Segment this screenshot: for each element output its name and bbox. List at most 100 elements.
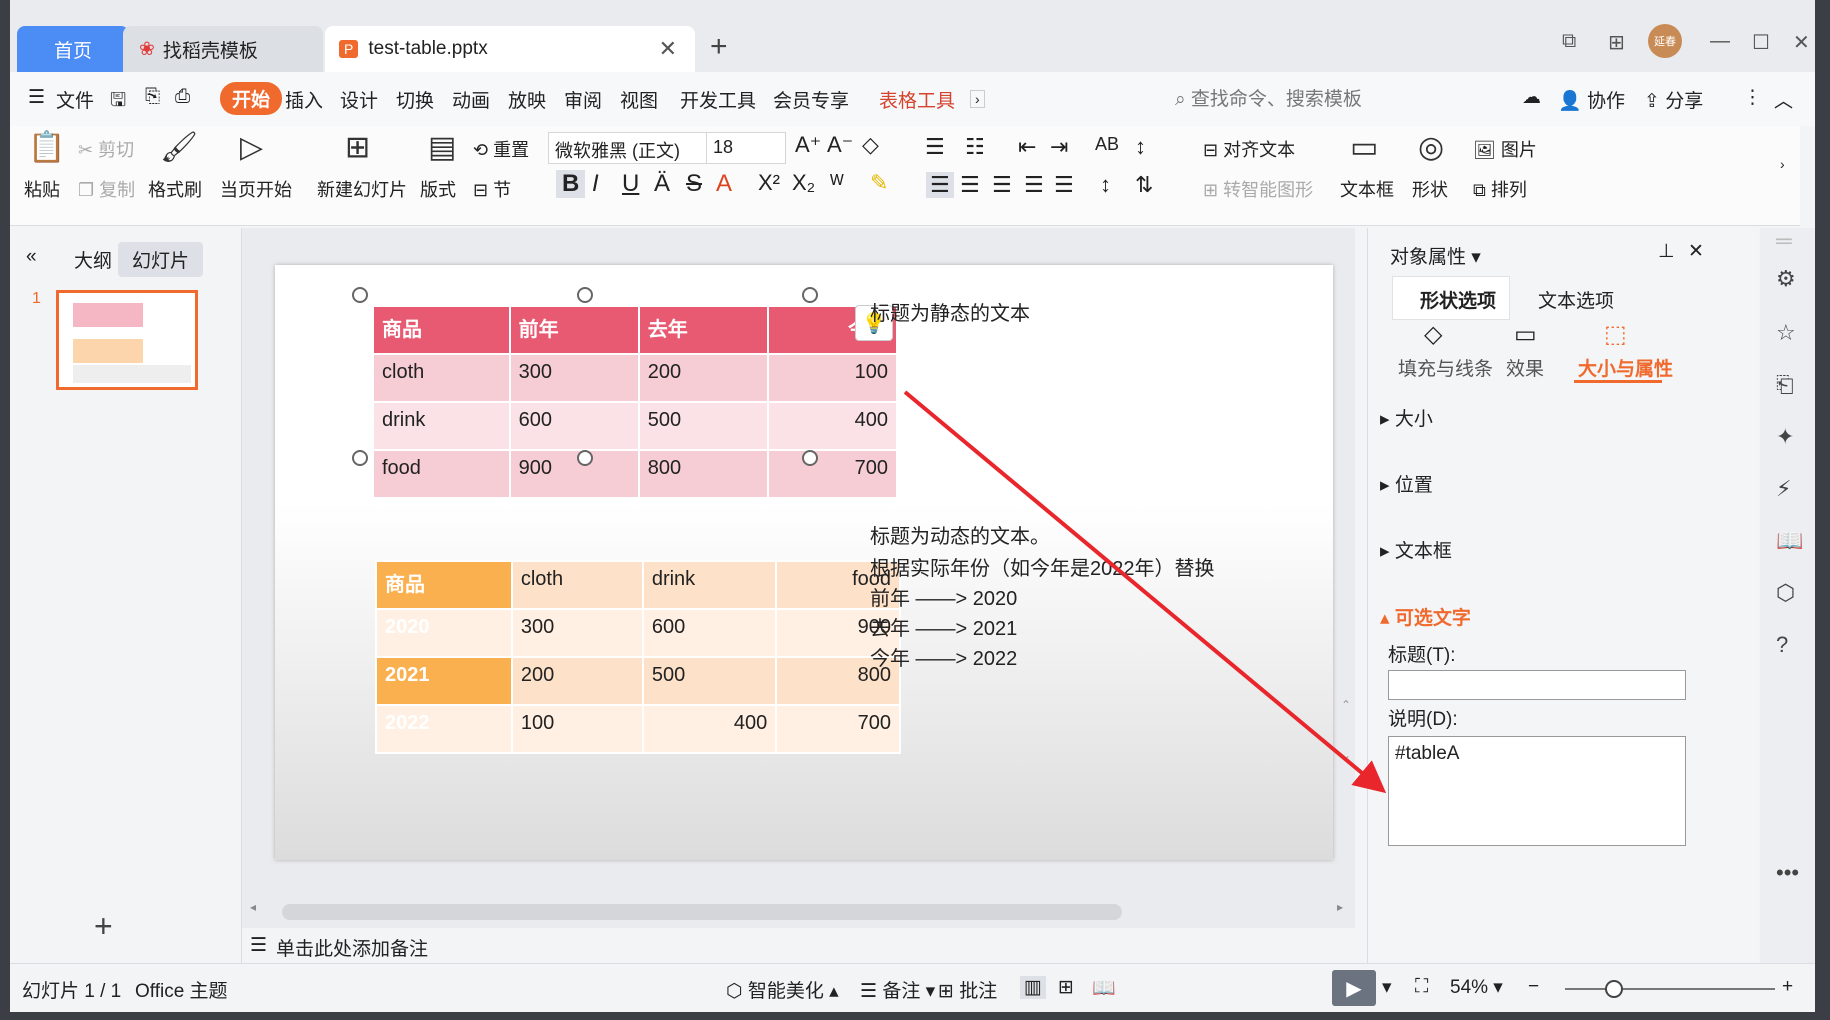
zoom-in-icon[interactable]: + <box>1782 976 1793 998</box>
pin-icon[interactable]: ⊥ <box>1658 240 1675 263</box>
tab-outline[interactable]: 大纲 <box>60 242 126 277</box>
table-a-h1[interactable]: 前年 <box>508 305 640 355</box>
font-color-icon[interactable]: A <box>716 170 732 198</box>
collapse-panel-icon[interactable]: « <box>12 242 51 272</box>
close-tab-icon[interactable]: ✕ <box>659 36 677 62</box>
menu-dev[interactable]: 开发工具 <box>680 86 756 113</box>
paste-button[interactable]: 粘贴 <box>24 176 60 202</box>
bullets-icon[interactable]: ☰ <box>925 134 945 160</box>
convert-smart-button[interactable]: ⊞ 转智能图形 <box>1203 176 1313 202</box>
strikethrough-icon[interactable]: Ä <box>654 170 670 198</box>
font-shrink-icon[interactable]: A⁻ <box>827 132 853 158</box>
menu-review[interactable]: 审阅 <box>564 86 602 113</box>
menu-file[interactable]: 文件 <box>56 86 94 113</box>
align-right-icon[interactable]: ☰ <box>992 172 1012 198</box>
panel-title[interactable]: 对象属性 ▾ <box>1390 242 1481 269</box>
table-cell[interactable]: 300 <box>508 353 640 403</box>
split-view-icon[interactable]: ⧉ <box>1562 30 1576 53</box>
add-slide-icon[interactable]: + <box>94 908 113 945</box>
section-textbox[interactable]: ▸ 文本框 <box>1380 536 1452 563</box>
layout-button[interactable]: 版式 <box>420 176 456 202</box>
sorter-view-icon[interactable]: ⊞ <box>1058 976 1074 999</box>
table-cell[interactable]: 900 <box>508 449 640 499</box>
alt-description-field[interactable]: #tableA <box>1388 736 1686 846</box>
table-cell[interactable]: drink <box>372 401 511 451</box>
table-b-h2[interactable]: drink <box>641 560 778 610</box>
paste-icon[interactable]: 📋 <box>28 130 65 165</box>
bold-icon[interactable]: B <box>556 170 586 198</box>
table-cell[interactable]: cloth <box>372 353 511 403</box>
menu-design[interactable]: 设计 <box>340 86 378 113</box>
fill-line-icon[interactable]: ◇ <box>1424 320 1442 349</box>
para-spacing-icon[interactable]: ↕ <box>1100 172 1111 198</box>
text-direction-icon[interactable]: AB <box>1095 134 1119 155</box>
font-grow-icon[interactable]: A⁺ <box>795 132 821 158</box>
export-pdf-icon[interactable]: ⎘ <box>145 86 160 108</box>
cloud-sync-icon[interactable]: ☁ <box>1522 86 1541 109</box>
zoom-out-icon[interactable]: − <box>1528 976 1539 998</box>
align-text-button[interactable]: ⊟ 对齐文本 <box>1203 136 1295 162</box>
close-panel-icon[interactable]: ✕ <box>1688 240 1704 263</box>
format-painter-icon[interactable]: 🖌 <box>160 130 198 165</box>
textbox-button[interactable]: 文本框 <box>1340 176 1394 202</box>
resize-handle-br[interactable] <box>802 450 818 466</box>
table-cell[interactable]: 200 <box>510 656 644 706</box>
table-b-h0[interactable]: 商品 <box>375 560 513 610</box>
table-cell[interactable]: 800 <box>637 449 769 499</box>
section-size[interactable]: ▸ 大小 <box>1380 404 1433 431</box>
table-a-h2[interactable]: 去年 <box>637 305 769 355</box>
numbering-icon[interactable]: ☷ <box>965 134 985 160</box>
more-options-icon[interactable]: ⋮ <box>1743 86 1762 109</box>
table-cell[interactable]: 2020 <box>375 608 513 658</box>
table-cell[interactable]: 100 <box>766 353 899 403</box>
sub-size-attr[interactable]: 大小与属性 <box>1578 354 1673 381</box>
avatar[interactable]: 延春 <box>1648 24 1682 58</box>
picture-button[interactable]: 🖼 图片 <box>1473 136 1537 162</box>
menu-insert[interactable]: 插入 <box>285 86 323 113</box>
menu-switch[interactable]: 切换 <box>396 86 434 113</box>
play-options-icon[interactable]: ▾ <box>1382 976 1392 999</box>
increase-indent-icon[interactable]: ⇥ <box>1050 134 1068 160</box>
table-cell[interactable]: 400 <box>766 401 899 451</box>
menu-view[interactable]: 视图 <box>620 86 658 113</box>
decrease-indent-icon[interactable]: ⇤ <box>1018 134 1036 160</box>
underline-icon[interactable]: U <box>622 170 639 198</box>
table-cell[interactable]: food <box>372 449 511 499</box>
tab-home[interactable]: 首页 <box>17 26 129 72</box>
menu-member[interactable]: 会员专享 <box>773 86 849 113</box>
add-notes-placeholder[interactable]: 单击此处添加备注 <box>276 934 428 961</box>
maximize-icon[interactable]: ☐ <box>1752 30 1770 55</box>
menu-start[interactable]: 开始 <box>220 82 283 115</box>
sub-effect[interactable]: 效果 <box>1506 354 1544 381</box>
close-window-icon[interactable]: ✕ <box>1793 30 1810 55</box>
tab-shape-options[interactable]: 形状选项 <box>1420 286 1496 313</box>
menu-play[interactable]: 放映 <box>508 86 546 113</box>
notes-button[interactable]: ☰ 备注 ▾ <box>860 976 935 1003</box>
search-box[interactable]: ⌕ 查找命令、搜索模板 <box>1175 84 1362 111</box>
effect-icon[interactable]: ▭ <box>1514 320 1537 349</box>
table-b-h1[interactable]: cloth <box>510 560 644 610</box>
table-cell[interactable]: 500 <box>637 401 769 451</box>
line-spacing-icon[interactable]: ↕ <box>1135 134 1146 160</box>
play-from-current-button[interactable]: 当页开始 <box>220 176 292 202</box>
table-cell[interactable]: 600 <box>641 608 778 658</box>
collapse-ribbon-icon[interactable]: ︿ <box>1774 86 1793 113</box>
shape-button[interactable]: 形状 <box>1412 176 1448 202</box>
arrange-button[interactable]: ⧉ 排列 <box>1473 176 1527 202</box>
table-a[interactable]: 商品 前年 去年 今年 cloth 300 200 100 drink 600 … <box>372 305 899 499</box>
fit-window-icon[interactable]: ⛶ <box>1415 976 1428 998</box>
table-a-h0[interactable]: 商品 <box>372 305 511 355</box>
distribute-icon[interactable]: ☰ <box>1054 172 1074 198</box>
scrollbar-thumb[interactable] <box>282 904 1122 920</box>
table-cell[interactable]: 700 <box>775 704 901 754</box>
section-position[interactable]: ▸ 位置 <box>1380 470 1433 497</box>
table-cell[interactable]: 2022 <box>375 704 513 754</box>
tab-slides[interactable]: 幻灯片 <box>118 242 204 277</box>
share-button[interactable]: ⇪ 分享 <box>1644 86 1703 113</box>
phonetic-icon[interactable]: ᵂ <box>830 170 844 196</box>
textbox-icon[interactable]: ▭ <box>1350 130 1378 165</box>
font-size-select[interactable]: 18 <box>706 132 786 164</box>
shape-icon[interactable]: ◎ <box>1418 130 1444 165</box>
more-tabs-icon[interactable]: › <box>970 90 985 108</box>
new-tab-icon[interactable]: + <box>710 30 728 64</box>
